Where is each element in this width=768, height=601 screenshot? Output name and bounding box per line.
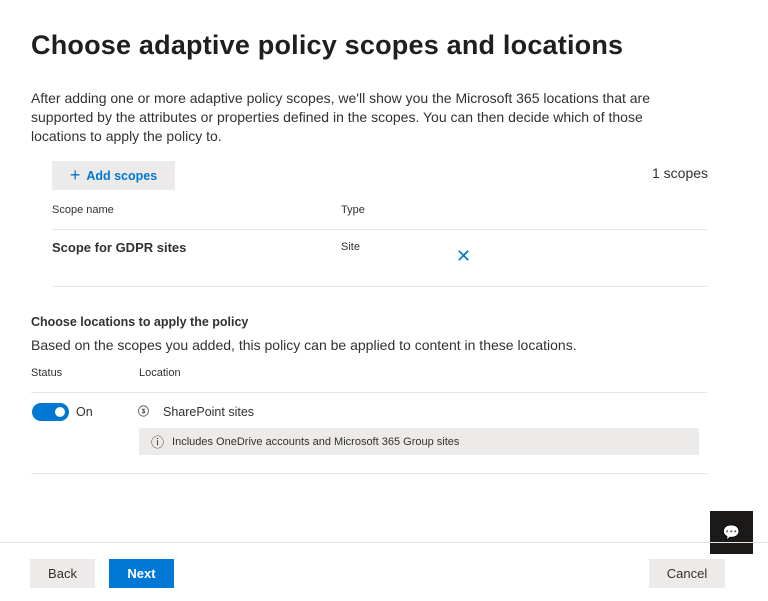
table-row: Scope for GDPR sites Site ✕: [52, 230, 707, 286]
sharepoint-status-toggle[interactable]: [32, 403, 69, 421]
cancel-button[interactable]: Cancel: [649, 559, 725, 588]
scope-count: 1 scopes: [652, 165, 709, 181]
scope-name: Scope for GDPR sites: [52, 240, 187, 255]
sharepoint-icon: ⓢ: [138, 406, 149, 418]
next-button[interactable]: Next: [109, 559, 174, 588]
toggle-state-label: On: [76, 405, 93, 419]
column-header-scope-name: Scope name: [52, 204, 114, 216]
feedback-chat-icon[interactable]: 💬: [710, 511, 753, 554]
locations-subheading: Based on the scopes you added, this poli…: [31, 337, 577, 353]
column-header-location: Location: [139, 367, 181, 379]
page-description: After adding one or more adaptive policy…: [31, 90, 651, 144]
page-title: Choose adaptive policy scopes and locati…: [31, 30, 624, 60]
plus-icon: +: [69, 165, 81, 185]
scope-type: Site: [341, 241, 360, 253]
add-scopes-button[interactable]: + Add scopes: [52, 161, 175, 190]
location-info-banner: ⓘ Includes OneDrive accounts and Microsof…: [139, 428, 699, 455]
location-name: SharePoint sites: [163, 405, 255, 419]
column-header-status: Status: [31, 367, 63, 379]
remove-scope-close-icon[interactable]: ✕: [456, 246, 471, 267]
column-header-type: Type: [341, 204, 365, 216]
info-icon: ⓘ: [151, 435, 165, 450]
locations-heading: Choose locations to apply the policy: [31, 315, 249, 329]
back-button[interactable]: Back: [30, 559, 95, 588]
